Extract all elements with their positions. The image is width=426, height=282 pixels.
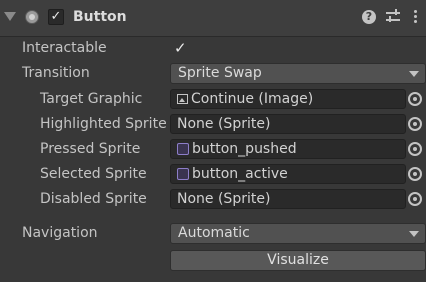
object-picker-icon[interactable] [408, 167, 422, 181]
help-icon[interactable]: ? [362, 10, 376, 24]
selected-sprite-value: button_active [192, 166, 288, 182]
highlighted-sprite-label: Highlighted Sprite [40, 116, 167, 132]
selected-sprite-field[interactable]: button_active [170, 164, 406, 184]
target-graphic-label: Target Graphic [40, 91, 143, 107]
chevron-down-icon [409, 71, 419, 77]
component-enabled-checkbox[interactable]: ✓ [48, 9, 64, 25]
pressed-sprite-label: Pressed Sprite [40, 141, 141, 157]
pressed-sprite-row: Pressed Sprite button_pushed [0, 138, 426, 162]
object-picker-icon[interactable] [408, 92, 422, 106]
kebab-menu-icon[interactable] [412, 9, 418, 25]
pressed-sprite-value: button_pushed [192, 141, 297, 157]
disabled-sprite-field[interactable]: None (Sprite) [170, 189, 406, 209]
highlighted-sprite-row: Highlighted Sprite None (Sprite) [0, 113, 426, 137]
navigation-label: Navigation [22, 225, 98, 241]
target-graphic-value: Continue (Image) [191, 91, 314, 107]
object-picker-icon[interactable] [408, 117, 422, 131]
pressed-sprite-field[interactable]: button_pushed [170, 139, 406, 159]
visualize-button[interactable]: Visualize [170, 250, 426, 271]
visualize-row: Visualize [0, 249, 426, 273]
disabled-sprite-label: Disabled Sprite [40, 191, 147, 207]
sprite-icon [177, 143, 189, 155]
image-icon [177, 94, 188, 104]
highlighted-sprite-field[interactable]: None (Sprite) [170, 114, 406, 134]
navigation-row: Navigation Automatic [0, 222, 426, 246]
transition-value: Sprite Swap [178, 65, 262, 81]
component-header[interactable]: ✓ Button ? [0, 0, 426, 37]
selected-sprite-label: Selected Sprite [40, 166, 147, 182]
target-graphic-field[interactable]: Continue (Image) [170, 89, 406, 109]
transition-dropdown[interactable]: Sprite Swap [170, 63, 426, 84]
interactable-checkbox[interactable]: ✓ [174, 39, 187, 57]
preset-icon[interactable] [386, 9, 400, 23]
navigation-dropdown[interactable]: Automatic [170, 223, 426, 244]
foldout-arrow-icon[interactable] [4, 12, 16, 21]
component-title: Button [73, 9, 127, 25]
object-picker-icon[interactable] [408, 142, 422, 156]
selected-sprite-row: Selected Sprite button_active [0, 163, 426, 187]
object-picker-icon[interactable] [408, 192, 422, 206]
highlighted-sprite-value: None (Sprite) [177, 116, 271, 132]
button-component-icon [25, 10, 39, 24]
interactable-row: Interactable ✓ [0, 37, 426, 61]
target-graphic-row: Target Graphic Continue (Image) [0, 88, 426, 112]
transition-row: Transition Sprite Swap [0, 62, 426, 86]
interactable-label: Interactable [22, 40, 107, 56]
navigation-value: Automatic [178, 225, 250, 241]
transition-label: Transition [22, 65, 90, 81]
sprite-icon [177, 168, 189, 180]
disabled-sprite-row: Disabled Sprite None (Sprite) [0, 188, 426, 212]
disabled-sprite-value: None (Sprite) [177, 191, 271, 207]
button-component-inspector: ✓ Button ? Interactable ✓ Transition Spr… [0, 0, 426, 282]
chevron-down-icon [409, 231, 419, 237]
